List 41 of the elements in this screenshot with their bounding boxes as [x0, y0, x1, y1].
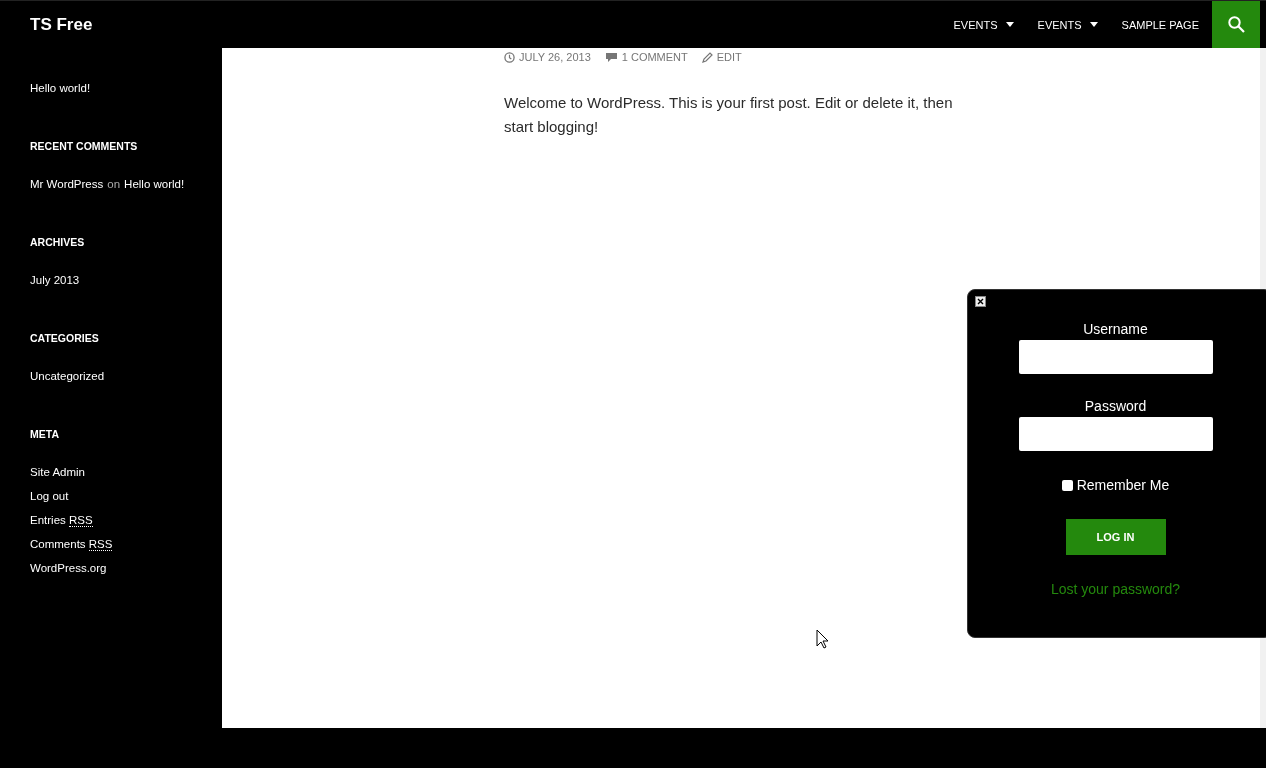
meta-link[interactable]: Site Admin	[30, 460, 222, 484]
sidebar-link[interactable]: Uncategorized	[30, 364, 222, 388]
meta-link[interactable]: Entries RSS	[30, 508, 222, 532]
meta-link[interactable]: Comments RSS	[30, 532, 222, 556]
widget-title: CATEGORIES	[30, 332, 100, 344]
speech-bubble-icon	[604, 51, 618, 63]
password-field[interactable]	[1018, 417, 1213, 451]
comments-link[interactable]: 1 COMMENT	[621, 51, 688, 63]
comment-connector-text: on	[107, 177, 121, 192]
nav-menu-item[interactable]: EVENTS	[1025, 0, 1110, 49]
search-button[interactable]	[1212, 0, 1260, 49]
field-label: Username	[1083, 321, 1148, 337]
widget-title: ARCHIVES	[30, 236, 86, 248]
mouse-pointer-icon	[816, 629, 829, 649]
nav-menu-item[interactable]: SAMPLE PAGE	[1109, 0, 1211, 49]
log-in-button[interactable]: LOG IN	[1065, 519, 1166, 555]
edit-link[interactable]: EDIT	[716, 51, 742, 63]
search-icon	[1227, 16, 1245, 33]
post-link[interactable]: Hello world!	[124, 172, 185, 196]
field-label: Password	[1084, 398, 1147, 414]
close-icon	[977, 298, 984, 305]
pencil-icon	[701, 51, 713, 63]
remember-me-label: Remember Me	[1076, 477, 1170, 493]
caret-icon	[1005, 22, 1014, 27]
sidebar-link[interactable]: July 2013	[30, 268, 222, 292]
close-button[interactable]	[975, 296, 986, 307]
post-body: Welcome to WordPress. This is your first post. Edit or delete it, then start blogging!	[504, 93, 954, 137]
meta-link[interactable]: Log out	[30, 484, 222, 508]
checkbox[interactable]	[1061, 479, 1073, 491]
username-field[interactable]	[1018, 340, 1213, 374]
widget-title: RECENT COMMENTS	[30, 140, 139, 152]
clock-icon	[504, 51, 515, 63]
caret-icon	[1089, 22, 1098, 27]
meta-link[interactable]: WordPress.org	[30, 556, 222, 580]
post-date-link[interactable]: JULY 26, 2013	[519, 51, 591, 63]
author-link[interactable]: Mr WordPress	[30, 172, 104, 196]
widget-title: META	[30, 428, 60, 440]
post-link[interactable]: Hello world!	[30, 76, 222, 100]
nav-menu-item[interactable]: EVENTS	[941, 0, 1026, 49]
site-title[interactable]: TS Free	[30, 14, 93, 35]
lost-password-link[interactable]: Lost your password?	[1050, 581, 1181, 597]
